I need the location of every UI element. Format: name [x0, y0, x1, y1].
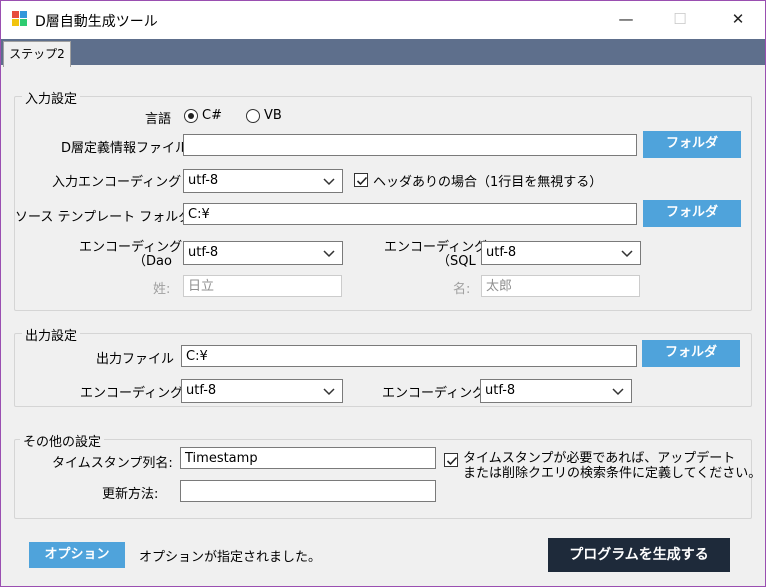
template-folder-label: ソース テンプレート フォルダ: [15, 210, 192, 225]
chevron-down-icon: [612, 388, 624, 396]
chevron-down-icon: [323, 178, 335, 186]
status-text: オプションが指定されました。: [139, 550, 322, 565]
input-encoding-value: utf-8: [188, 173, 219, 188]
maximize-button[interactable]: ☐: [657, 1, 703, 37]
timestamp-checkbox-label-line2: または削除クエリの検索条件に定義してください。: [463, 466, 762, 481]
output-encoding1-select[interactable]: utf-8: [181, 379, 343, 403]
checkmark-icon: [446, 456, 458, 466]
radio-csharp-label: C#: [202, 108, 222, 123]
output-encoding1-label: エンコーディング: [80, 386, 184, 401]
minimize-button[interactable]: —: [603, 1, 649, 37]
input-encoding-select[interactable]: utf-8: [183, 169, 343, 193]
dao-encoding-value: utf-8: [188, 245, 219, 260]
first-name-input[interactable]: 太郎: [481, 275, 640, 297]
tab-step2[interactable]: ステップ2: [3, 41, 71, 67]
chevron-down-icon: [323, 388, 335, 396]
radio-vb[interactable]: [246, 109, 260, 123]
chevron-down-icon: [621, 250, 633, 258]
update-method-input[interactable]: [180, 480, 436, 502]
close-button[interactable]: ✕: [715, 1, 761, 37]
timestamp-column-label: タイムスタンプ列名:: [52, 456, 173, 471]
input-encoding-label: 入力エンコーディング: [52, 175, 182, 190]
definition-folder-button[interactable]: フォルダ: [643, 131, 741, 158]
template-folder-button[interactable]: フォルダ: [643, 200, 741, 227]
app-icon: [12, 11, 28, 27]
output-encoding1-value: utf-8: [186, 383, 217, 398]
template-folder-input[interactable]: C:¥: [183, 203, 637, 225]
title-bar: D層自動生成ツール — ☐ ✕: [1, 1, 765, 39]
radio-csharp[interactable]: [184, 109, 198, 123]
output-settings-title: 出力設定: [22, 325, 81, 344]
sql-encoding-select[interactable]: utf-8: [481, 241, 641, 265]
definition-file-label: D層定義情報ファイル: [61, 141, 189, 156]
input-settings-title: 入力設定: [22, 88, 81, 107]
last-name-input[interactable]: 日立: [183, 275, 342, 297]
output-file-input[interactable]: C:¥: [181, 345, 637, 367]
output-encoding2-label: エンコーディング: [382, 386, 486, 401]
output-encoding2-select[interactable]: utf-8: [480, 379, 632, 403]
chevron-down-icon: [323, 250, 335, 258]
checkmark-icon: [356, 176, 368, 186]
header-checkbox-label: ヘッダありの場合（1行目を無視する）: [373, 175, 603, 190]
window-title: D層自動生成ツール: [35, 14, 158, 30]
sql-encoding-value: utf-8: [486, 245, 517, 260]
definition-file-input[interactable]: [183, 134, 637, 156]
output-file-label: 出力ファイル: [96, 352, 175, 367]
dao-encoding-sublabel: （Dao: [133, 254, 172, 269]
language-label: 言語: [145, 112, 172, 127]
timestamp-column-input[interactable]: Timestamp: [180, 447, 436, 469]
update-method-label: 更新方法:: [102, 487, 159, 502]
last-name-label: 姓:: [153, 282, 171, 297]
first-name-label: 名:: [453, 282, 471, 297]
option-button[interactable]: オプション: [29, 542, 125, 568]
header-checkbox[interactable]: [354, 173, 368, 187]
generate-program-button[interactable]: プログラムを生成する: [548, 538, 730, 572]
sql-encoding-sublabel: （SQL: [437, 254, 476, 269]
output-folder-button[interactable]: フォルダ: [642, 340, 740, 367]
tab-strip: [1, 39, 765, 65]
main-window: D層自動生成ツール — ☐ ✕ ステップ2 入力設定 言語 C# VB D層定義…: [0, 0, 766, 587]
timestamp-checkbox[interactable]: [444, 453, 458, 467]
dao-encoding-select[interactable]: utf-8: [183, 241, 343, 265]
output-encoding2-value: utf-8: [485, 383, 516, 398]
other-settings-title: その他の設定: [20, 431, 105, 450]
radio-vb-label: VB: [264, 108, 282, 123]
